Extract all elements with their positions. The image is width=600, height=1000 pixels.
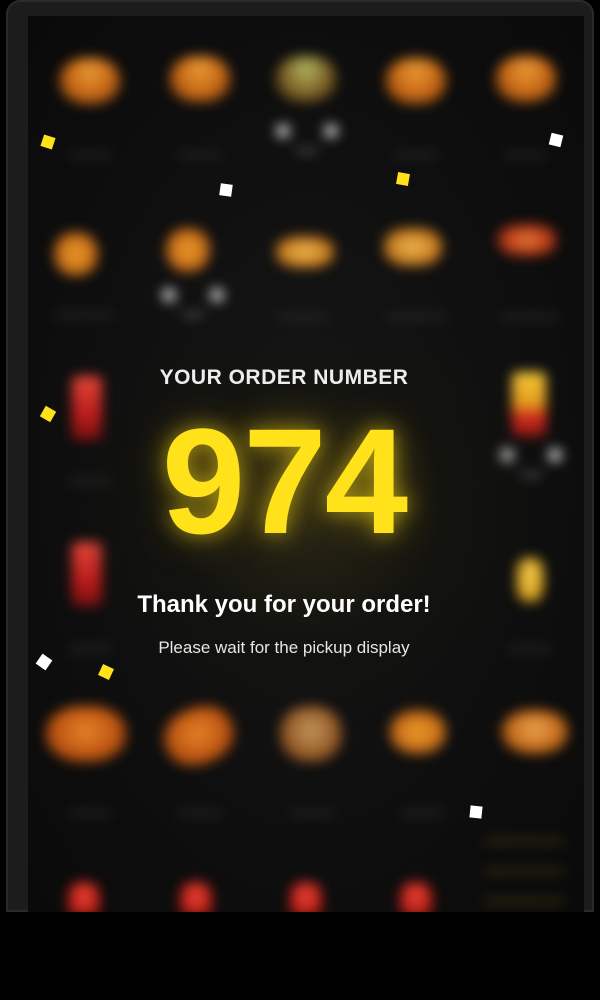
- kiosk-frame: YOUR ORDER NUMBER 974 Thank you for your…: [6, 0, 594, 912]
- order-number-heading: YOUR ORDER NUMBER: [159, 366, 409, 389]
- kiosk-screen: YOUR ORDER NUMBER 974 Thank you for your…: [28, 16, 584, 912]
- order-confirmation: YOUR ORDER NUMBER 974 Thank you for your…: [28, 16, 584, 912]
- thank-you-message: Thank you for your order!: [137, 591, 431, 618]
- order-number: 974: [161, 397, 408, 565]
- pickup-instruction: Please wait for the pickup display: [158, 638, 410, 657]
- bottom-bar: [0, 912, 600, 1000]
